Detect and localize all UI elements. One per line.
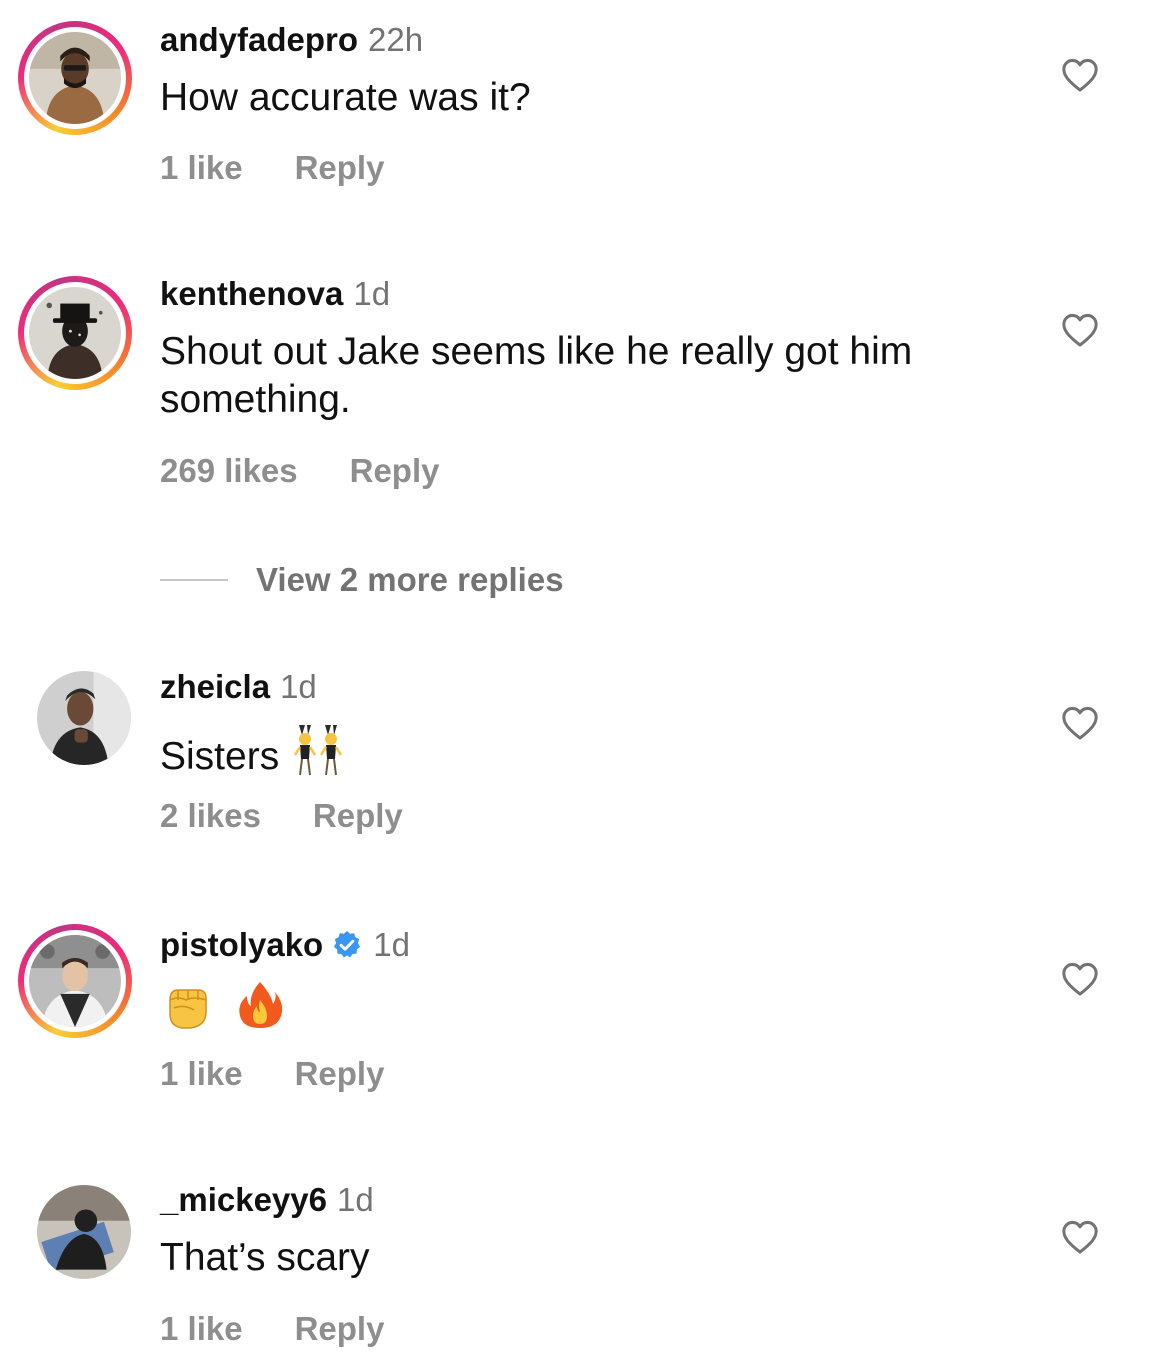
- heart-outline-icon[interactable]: [1061, 312, 1099, 348]
- avatar[interactable]: [18, 1166, 132, 1280]
- comment-actions: 1 like Reply: [160, 1309, 384, 1349]
- comment-header: kenthenova 1d: [160, 274, 390, 314]
- comment-actions: 1 like Reply: [160, 1054, 384, 1094]
- heart-outline-icon[interactable]: [1061, 57, 1099, 93]
- comment-header: zheicla 1d: [160, 667, 317, 707]
- comment-header: andyfadepro 22h: [160, 20, 423, 60]
- username[interactable]: kenthenova: [160, 275, 343, 312]
- view-more-replies-button[interactable]: View 2 more replies: [160, 560, 564, 600]
- comment-emojis: [160, 978, 1020, 1044]
- username[interactable]: pistolyako: [160, 926, 323, 963]
- likes-count-button[interactable]: 2 likes: [160, 797, 261, 834]
- heart-outline-icon[interactable]: [1061, 705, 1099, 741]
- likes-count-button[interactable]: 1 like: [160, 149, 243, 186]
- timestamp: 1d: [280, 668, 317, 705]
- timestamp: 1d: [373, 926, 410, 963]
- likes-count-button[interactable]: 269 likes: [160, 452, 298, 489]
- comment-actions: 269 likes Reply: [160, 451, 440, 491]
- heart-outline-icon[interactable]: [1061, 961, 1099, 997]
- timestamp: 1d: [353, 275, 391, 312]
- divider: [160, 579, 228, 581]
- comment-header: _mickeyy6 1d: [160, 1180, 374, 1220]
- comment-text-row: Sisters: [160, 721, 1020, 789]
- timestamp: 22h: [368, 21, 424, 58]
- avatar[interactable]: [18, 276, 132, 390]
- avatar[interactable]: [18, 652, 132, 766]
- comment-text: Shout out Jake seems like he really got …: [160, 330, 913, 421]
- verified-badge-icon: [331, 929, 363, 961]
- comment-header: pistolyako 1d: [160, 925, 410, 965]
- comment-text: That’s scary: [160, 1236, 370, 1279]
- fire-emoji: [233, 978, 287, 1044]
- women-with-bunny-ears-emoji: [291, 721, 347, 789]
- comment-actions: 2 likes Reply: [160, 796, 403, 836]
- comment-text: How accurate was it?: [160, 76, 531, 119]
- likes-count-button[interactable]: 1 like: [160, 1310, 243, 1347]
- comment-text: Sisters: [160, 735, 280, 778]
- timestamp: 1d: [336, 1181, 374, 1218]
- username[interactable]: andyfadepro: [160, 21, 358, 58]
- raised-fist-emoji: [160, 978, 214, 1044]
- avatar[interactable]: [18, 924, 132, 1038]
- view-more-replies-label: View 2 more replies: [256, 561, 564, 598]
- heart-outline-icon[interactable]: [1061, 1219, 1099, 1255]
- reply-button[interactable]: Reply: [295, 149, 385, 186]
- reply-button[interactable]: Reply: [313, 797, 403, 834]
- reply-button[interactable]: Reply: [295, 1055, 385, 1092]
- username[interactable]: _mickeyy6: [160, 1181, 327, 1218]
- likes-count-button[interactable]: 1 like: [160, 1055, 243, 1092]
- reply-button[interactable]: Reply: [295, 1310, 385, 1347]
- reply-button[interactable]: Reply: [350, 452, 440, 489]
- comment-actions: 1 like Reply: [160, 148, 384, 188]
- avatar[interactable]: [18, 21, 132, 135]
- username[interactable]: zheicla: [160, 668, 270, 705]
